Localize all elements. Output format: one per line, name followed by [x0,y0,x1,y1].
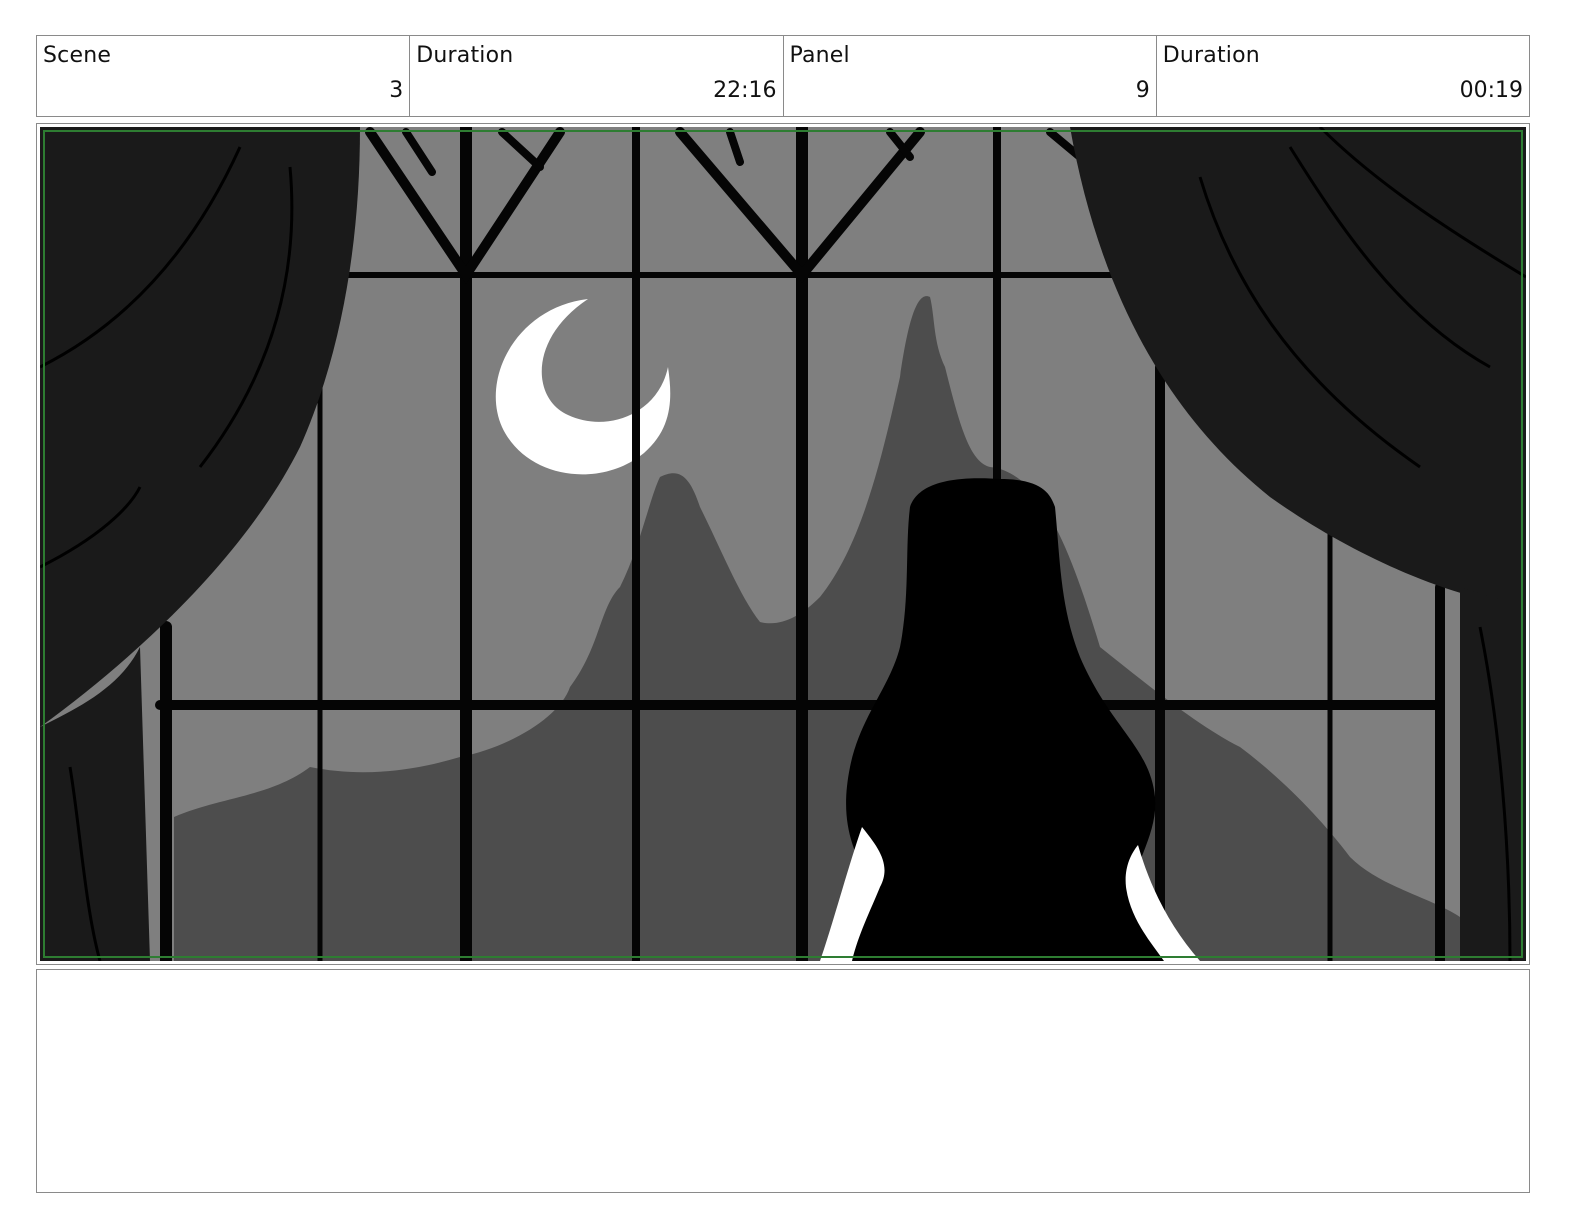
scene-number: 3 [389,78,404,103]
right-curtain-drape [1460,587,1526,961]
scene-duration-label: Duration [416,43,514,68]
scene-duration-value: 22:16 [713,78,777,103]
panel-label: Panel [789,43,850,68]
panel-duration-cell: Duration 00:19 [1157,36,1529,116]
scene-cell: Scene 3 [37,36,411,116]
storyboard-panel [36,123,1530,965]
scene-label: Scene [43,43,112,68]
panel-duration-label: Duration [1162,43,1260,68]
panel-number: 9 [1135,78,1150,103]
panel-duration-value: 00:19 [1459,78,1523,103]
panel-notes-area[interactable] [36,969,1530,1193]
panel-info-header: Scene 3 Duration 22:16 Panel 9 Duration … [36,35,1530,117]
panel-artwork [40,127,1526,961]
scene-duration-cell: Duration 22:16 [410,36,784,116]
panel-cell: Panel 9 [784,36,1157,116]
